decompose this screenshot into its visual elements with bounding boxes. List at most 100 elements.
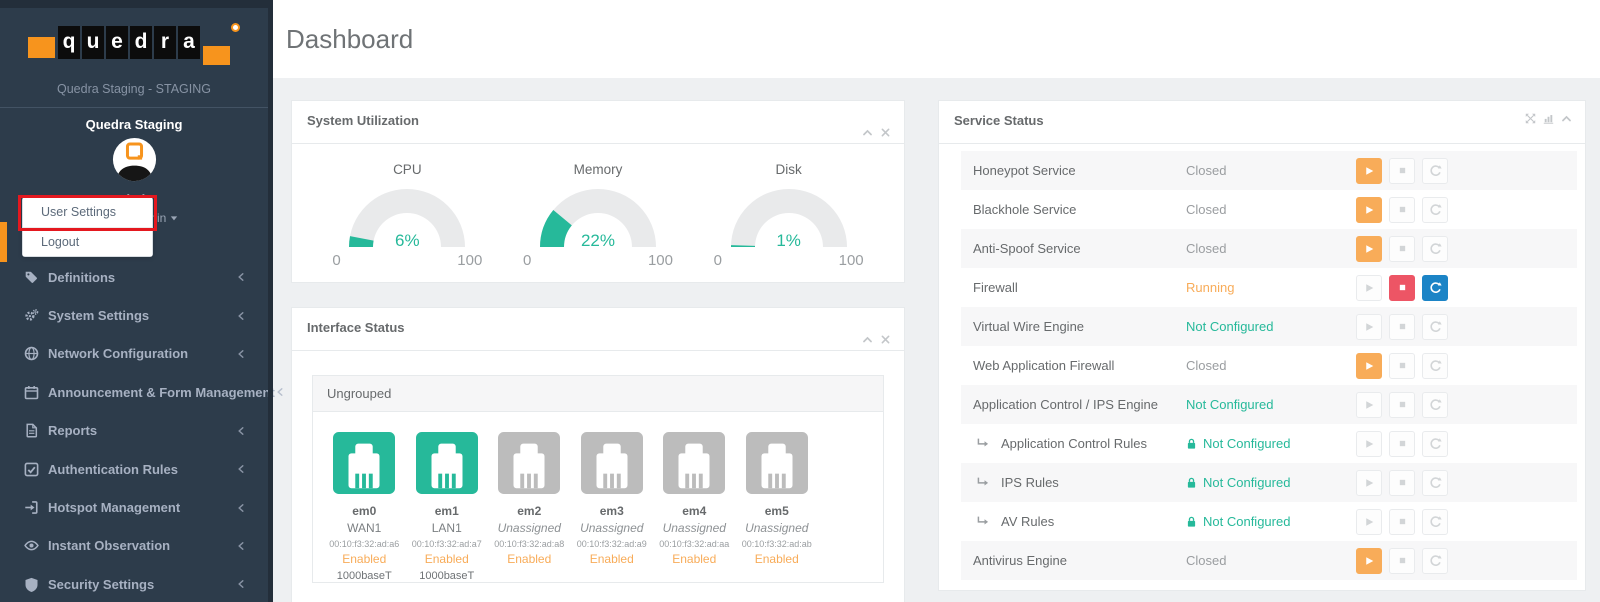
interface-mac: 00:10:f3:32:ad:a9 — [571, 539, 654, 549]
play-button[interactable] — [1356, 158, 1382, 184]
status-text: Closed — [1186, 202, 1226, 217]
sidebar-item-instant-observation[interactable]: Instant Observation — [0, 527, 268, 565]
play-button[interactable] — [1356, 548, 1382, 574]
play-button[interactable] — [1356, 509, 1382, 535]
interface-assignment: Unassigned — [571, 521, 654, 535]
sidebar-top-strip — [0, 0, 268, 8]
dropdown-item-user-settings[interactable]: User Settings — [23, 198, 152, 227]
service-label: IPS Rules — [1001, 475, 1059, 490]
play-button[interactable] — [1356, 431, 1382, 457]
panel-title: Interface Status — [307, 320, 405, 335]
sidebar-item-label: Instant Observation — [48, 538, 236, 553]
service-row-anti-spoof-service: Anti-Spoof ServiceClosed — [961, 229, 1577, 268]
restart-button[interactable] — [1422, 236, 1448, 262]
chart-icon[interactable] — [1543, 113, 1554, 124]
expand-icon[interactable] — [1525, 113, 1536, 124]
service-label: Application Control / IPS Engine — [973, 397, 1158, 412]
sidebar-item-hotspot-management[interactable]: Hotspot Management — [0, 488, 268, 526]
shield-icon — [24, 577, 39, 592]
stop-button[interactable] — [1389, 197, 1415, 223]
stop-button[interactable] — [1389, 158, 1415, 184]
interface-card-em2[interactable]: em2Unassigned00:10:f3:32:ad:a8Enabled — [488, 432, 571, 582]
sidebar-item-label: Authentication Rules — [48, 462, 236, 477]
interface-mac: 00:10:f3:32:ad:a6 — [323, 539, 406, 549]
logo-letter: r — [154, 26, 176, 59]
ethernet-port-icon — [746, 432, 808, 494]
stop-button[interactable] — [1389, 470, 1415, 496]
interface-card-em5[interactable]: em5Unassigned00:10:f3:32:ad:abEnabled — [736, 432, 819, 582]
ethernet-port-icon — [581, 432, 643, 494]
restart-button[interactable] — [1422, 509, 1448, 535]
play-button[interactable] — [1356, 197, 1382, 223]
service-label: AV Rules — [1001, 514, 1054, 529]
sidebar-item-label: Reports — [48, 423, 236, 438]
chevron-left-icon — [236, 349, 246, 359]
restart-button[interactable] — [1422, 470, 1448, 496]
sidebar-item-authentication-rules[interactable]: Authentication Rules — [0, 450, 268, 488]
interface-mac: 00:10:f3:32:ad:a7 — [406, 539, 489, 549]
play-button[interactable] — [1356, 470, 1382, 496]
indent-arrow-icon — [976, 515, 989, 528]
gauge-arc: 1% — [729, 187, 849, 249]
stop-button[interactable] — [1389, 275, 1415, 301]
play-button[interactable] — [1356, 275, 1382, 301]
stop-button[interactable] — [1389, 314, 1415, 340]
sidebar-item-label: System Settings — [48, 308, 236, 323]
indent-arrow-icon — [976, 476, 989, 489]
restart-button[interactable] — [1422, 275, 1448, 301]
collapse-icon[interactable] — [1561, 113, 1572, 124]
quedra-logo[interactable]: quedra — [0, 20, 268, 72]
sidebar-item-definitions[interactable]: Definitions — [0, 258, 268, 296]
restart-button[interactable] — [1422, 392, 1448, 418]
gauge-label: CPU — [322, 162, 492, 177]
stop-button[interactable] — [1389, 392, 1415, 418]
interface-card-em0[interactable]: em0WAN100:10:f3:32:ad:a6Enabled1000baseT — [323, 432, 406, 582]
sidebar-item-security-settings[interactable]: Security Settings — [0, 565, 268, 602]
restart-button[interactable] — [1422, 431, 1448, 457]
service-label: Blackhole Service — [973, 202, 1076, 217]
interface-speed: 1000baseT — [323, 570, 406, 582]
interface-card-em1[interactable]: em1LAN100:10:f3:32:ad:a7Enabled1000baseT — [406, 432, 489, 582]
stop-button[interactable] — [1389, 509, 1415, 535]
interface-name: em2 — [488, 504, 571, 518]
site-name: Quedra Staging — [0, 117, 268, 132]
sidebar-item-reports[interactable]: Reports — [0, 412, 268, 450]
lock-icon — [1186, 438, 1197, 450]
logo-letter: a — [178, 26, 200, 59]
play-button[interactable] — [1356, 392, 1382, 418]
stop-button[interactable] — [1389, 431, 1415, 457]
restart-button[interactable] — [1422, 353, 1448, 379]
stop-button[interactable] — [1389, 353, 1415, 379]
interface-state: Enabled — [653, 552, 736, 566]
service-label: Application Control Rules — [1001, 436, 1147, 451]
play-button[interactable] — [1356, 314, 1382, 340]
close-icon[interactable] — [880, 127, 891, 138]
sidebar-item-system-settings[interactable]: System Settings — [0, 296, 268, 334]
play-button[interactable] — [1356, 353, 1382, 379]
restart-button[interactable] — [1422, 197, 1448, 223]
close-icon[interactable] — [880, 334, 891, 345]
service-row-honeypot-service: Honeypot ServiceClosed — [961, 151, 1577, 190]
service-label: Virtual Wire Engine — [973, 319, 1084, 334]
service-row-blackhole-service: Blackhole Service Closed — [961, 190, 1577, 229]
collapse-icon[interactable] — [862, 127, 873, 138]
ethernet-port-icon — [663, 432, 725, 494]
stop-button[interactable] — [1389, 236, 1415, 262]
sidebar-item-network-configuration[interactable]: Network Configuration — [0, 335, 268, 373]
dropdown-item-logout[interactable]: Logout — [23, 227, 152, 256]
restart-button[interactable] — [1422, 314, 1448, 340]
user-dropdown-menu: User SettingsLogout — [22, 197, 153, 257]
stop-button[interactable] — [1389, 548, 1415, 574]
logo-letter: e — [106, 26, 128, 59]
play-button[interactable] — [1356, 236, 1382, 262]
interface-card-em4[interactable]: em4Unassigned00:10:f3:32:ad:aaEnabled — [653, 432, 736, 582]
restart-button[interactable] — [1422, 158, 1448, 184]
interface-state: Enabled — [323, 552, 406, 566]
sidebar-edge-strip — [268, 0, 273, 602]
chevron-left-icon — [275, 387, 285, 397]
sidebar-item-announcement-form-management[interactable]: Announcement & Form Management — [0, 373, 268, 411]
service-row-virtual-wire-engine: Virtual Wire EngineNot Configured — [961, 307, 1577, 346]
collapse-icon[interactable] — [862, 334, 873, 345]
restart-button[interactable] — [1422, 548, 1448, 574]
interface-card-em3[interactable]: em3Unassigned00:10:f3:32:ad:a9Enabled — [571, 432, 654, 582]
